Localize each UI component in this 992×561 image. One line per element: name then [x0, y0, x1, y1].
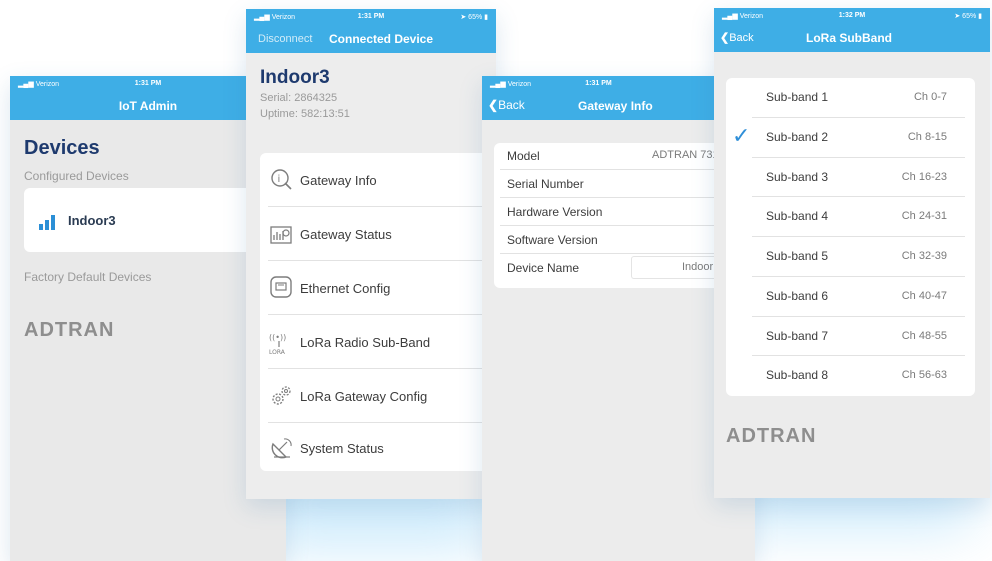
- location-icon: ➤: [460, 14, 467, 21]
- menu-label: Ethernet Config: [300, 281, 391, 296]
- subband-row[interactable]: Sub-band 6 Ch 40-47: [726, 277, 975, 317]
- subband-label: Sub-band 4: [766, 209, 829, 224]
- checkmark-icon: ✓: [732, 123, 751, 149]
- menu-label: Gateway Info: [300, 173, 377, 188]
- back-button[interactable]: ❮Back: [488, 98, 525, 112]
- gears-icon: [272, 386, 291, 405]
- row-label-software: Software Version: [507, 233, 598, 247]
- status-bar: ▂▄▆ Verizon 1:32 PM ➤ 65% ▮: [714, 8, 990, 24]
- subband-row[interactable]: Sub-band 4 Ch 24-31: [726, 197, 975, 237]
- battery-icon: ▮: [484, 14, 488, 21]
- subband-list: Sub-band 1 Ch 0-7 ✓ Sub-band 2 Ch 8-15 Sub-ba…: [726, 78, 975, 396]
- row-label-serial: Serial Number: [507, 177, 584, 191]
- subband-channels: Ch 16-23: [901, 170, 947, 183]
- location-icon: ➤: [954, 13, 961, 20]
- serial-label: Serial: 2864325: [260, 92, 338, 104]
- subband-row[interactable]: Sub-band 3 Ch 16-23: [726, 158, 975, 198]
- subband-channels: Ch 40-47: [901, 289, 947, 302]
- adtran-logo: ADTRAN: [24, 319, 115, 341]
- satellite-icon: [271, 438, 292, 459]
- lora-radio-icon: ((•)) LORA: [269, 333, 286, 355]
- menu-card: i Gateway Info Gateway Status Ethernet C…: [260, 153, 496, 471]
- battery-icon: ▮: [978, 13, 982, 20]
- svg-text:i: i: [278, 174, 281, 185]
- menu-item-ethernet-config[interactable]: Ethernet Config: [260, 261, 496, 314]
- svg-text:LORA: LORA: [269, 349, 286, 355]
- page-title: Devices: [24, 137, 100, 159]
- row-label-model: Model: [507, 149, 540, 163]
- menu-label: Gateway Status: [300, 227, 392, 242]
- subband-label: Sub-band 8: [766, 368, 829, 383]
- menu-label: System Status: [300, 441, 384, 456]
- row-label-device-name: Device Name: [507, 261, 580, 275]
- status-bar: ▂▄▆ Verizon 1:31 PM ➤ 65% ▮: [246, 9, 496, 25]
- subband-row[interactable]: Sub-band 8 Ch 56-63: [726, 356, 975, 396]
- menu-item-lora-gateway-config[interactable]: LoRa Gateway Config: [260, 369, 496, 422]
- subband-channels: Ch 32-39: [901, 250, 947, 262]
- clock: 1:32 PM: [838, 12, 866, 19]
- nav-bar: ▂▄▆ Verizon 1:31 PM IoT Admin: [10, 76, 286, 120]
- menu-item-system-status[interactable]: System Status: [260, 423, 496, 471]
- menu-label: LoRa Gateway Config: [300, 389, 428, 404]
- screen-iot-admin: ▂▄▆ Verizon 1:31 PM IoT Admin Devices Co…: [10, 76, 286, 561]
- device-name-value: Indoor: [682, 261, 714, 273]
- subband-label: Sub-band 3: [766, 169, 829, 184]
- subband-label: Sub-band 5: [766, 249, 829, 263]
- screen-connected-device: ▂▄▆ Verizon 1:31 PM ➤ 65% ▮ Disconnect C…: [246, 9, 496, 499]
- subband-channels: Ch 8-15: [907, 130, 947, 143]
- nav-title: Gateway Info: [578, 99, 653, 113]
- battery-indicator: ➤ 65% ▮: [460, 14, 488, 21]
- subband-label: Sub-band 2: [766, 129, 829, 144]
- subband-row[interactable]: Sub-band 7 Ch 48-55: [726, 317, 975, 357]
- subband-row[interactable]: ✓ Sub-band 2 Ch 8-15: [726, 118, 975, 158]
- subband-label: Sub-band 1: [766, 90, 829, 104]
- subband-channels: Ch 0-7: [913, 91, 947, 103]
- device-title: Indoor3: [260, 67, 330, 88]
- svg-text:((•)): ((•)): [269, 333, 286, 342]
- subband-row[interactable]: Sub-band 1 Ch 0-7: [726, 78, 975, 118]
- adtran-logo: ADTRAN: [726, 425, 817, 447]
- menu-item-gateway-info[interactable]: i Gateway Info: [260, 153, 496, 206]
- subband-channels: Ch 24-31: [901, 210, 947, 223]
- nav-bar: ▂▄▆ Verizon 1:31 PM ➤ 65% ▮ Disconnect C…: [246, 9, 496, 53]
- nav-title: LoRa SubBand: [806, 31, 892, 45]
- section-label: Configured Devices: [24, 169, 129, 183]
- info-icon: i: [271, 169, 292, 190]
- chevron-left-icon: ❮: [488, 98, 499, 112]
- subband-channels: Ch 48-55: [901, 329, 947, 342]
- back-button[interactable]: ❮Back: [720, 31, 754, 44]
- chevron-left-icon: ❮: [720, 32, 730, 44]
- subband-label: Sub-band 6: [766, 288, 829, 303]
- status-bar: ▂▄▆ Verizon 1:31 PM: [10, 76, 286, 92]
- clock: 1:31 PM: [134, 80, 162, 87]
- section-label: Factory Default Devices: [24, 270, 152, 284]
- nav-title: IoT Admin: [118, 99, 178, 113]
- menu-item-gateway-status[interactable]: Gateway Status: [260, 207, 496, 260]
- disconnect-button[interactable]: Disconnect: [258, 33, 312, 45]
- nav-title: Connected Device: [329, 32, 434, 46]
- menu-label: LoRa Radio Sub-Band: [300, 335, 431, 350]
- status-monitor-icon: [270, 226, 292, 244]
- ethernet-icon: [270, 276, 292, 298]
- signal-strength-icon: [39, 215, 55, 230]
- row-label-hardware: Hardware Version: [507, 205, 603, 219]
- nav-bar: ▂▄▆ Verizon 1:32 PM ➤ 65% ▮ ❮Back LoRa S…: [714, 8, 990, 52]
- uptime-label: Uptime: 582:13:51: [260, 108, 350, 120]
- screen-lora-subband: ▂▄▆ Verizon 1:32 PM ➤ 65% ▮ ❮Back LoRa S…: [714, 8, 990, 498]
- battery-indicator: ➤ 65% ▮: [954, 13, 982, 20]
- menu-item-lora-radio-sub-band[interactable]: ((•)) LORA LoRa Radio Sub-Band: [260, 315, 496, 368]
- subband-row[interactable]: Sub-band 5 Ch 32-39: [726, 237, 975, 277]
- subband-label: Sub-band 7: [766, 328, 829, 343]
- subband-channels: Ch 56-63: [901, 369, 947, 382]
- device-name: Indoor3: [68, 213, 116, 228]
- clock: 1:31 PM: [357, 13, 385, 20]
